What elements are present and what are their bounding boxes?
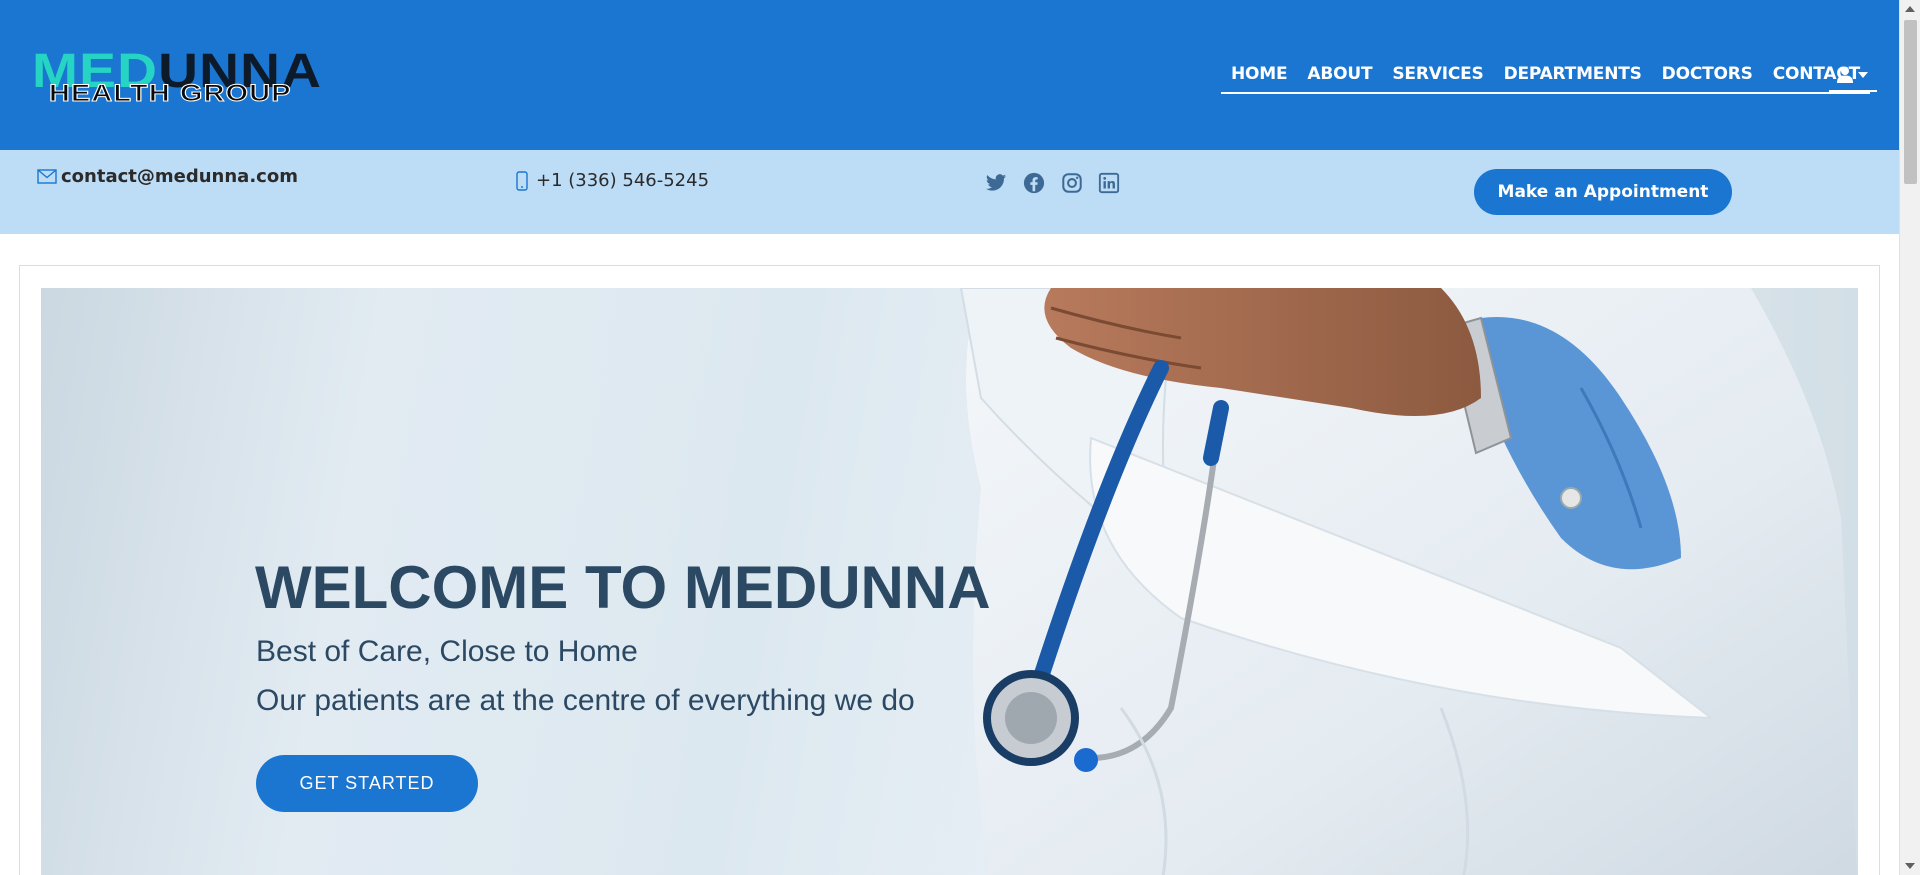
page-scrollbar[interactable] <box>1899 0 1920 875</box>
hero-banner: WELCOME TO MEDUNNA Best of Care, Close t… <box>41 288 1858 875</box>
contact-email[interactable]: contact@medunna.com <box>37 166 298 187</box>
envelope-icon <box>37 168 57 184</box>
contact-phone[interactable]: +1 (336) 546-5245 <box>516 170 709 191</box>
phone-text: +1 (336) 546-5245 <box>536 170 710 191</box>
email-text: contact@medunna.com <box>61 166 298 187</box>
user-menu-dropdown[interactable] <box>1829 58 1877 92</box>
scroll-down-arrow-icon[interactable] <box>1905 863 1915 869</box>
caret-down-icon <box>1858 72 1868 78</box>
page: MEDUNNA HEALTH GROUP HOME ABOUT SERVICES… <box>0 0 1920 875</box>
nav-services[interactable]: SERVICES <box>1382 58 1493 84</box>
site-header: MEDUNNA HEALTH GROUP HOME ABOUT SERVICES… <box>0 0 1899 150</box>
scroll-thumb[interactable] <box>1904 20 1917 184</box>
nav-about[interactable]: ABOUT <box>1297 58 1382 84</box>
user-icon <box>1837 67 1853 83</box>
linkedin-icon[interactable] <box>1098 172 1120 194</box>
hero-subtitle-2: Our patients are at the centre of everyt… <box>256 684 915 717</box>
site-logo[interactable]: MEDUNNA HEALTH GROUP <box>32 48 392 108</box>
nav-departments[interactable]: DEPARTMENTS <box>1494 58 1652 84</box>
contact-bar: contact@medunna.com +1 (336) 546-5245 Ma… <box>0 150 1899 234</box>
main-nav: HOME ABOUT SERVICES DEPARTMENTS DOCTORS … <box>1221 58 1870 94</box>
instagram-icon[interactable] <box>1061 172 1083 194</box>
facebook-icon[interactable] <box>1023 172 1045 194</box>
logo-subtitle: HEALTH GROUP <box>48 80 292 107</box>
hero-subtitle-1: Best of Care, Close to Home <box>256 635 638 668</box>
make-appointment-button[interactable]: Make an Appointment <box>1474 169 1732 215</box>
twitter-icon[interactable] <box>985 172 1007 194</box>
nav-home[interactable]: HOME <box>1221 58 1297 84</box>
phone-icon <box>516 170 528 191</box>
hero-title: WELCOME TO MEDUNNA <box>255 554 991 621</box>
doctor-image <box>921 288 1858 875</box>
nav-doctors[interactable]: DOCTORS <box>1652 58 1763 84</box>
get-started-button[interactable]: GET STARTED <box>256 755 478 812</box>
scroll-up-arrow-icon[interactable] <box>1905 6 1915 12</box>
